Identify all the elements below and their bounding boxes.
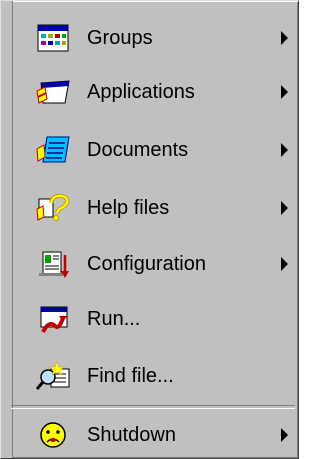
menu-item-help-files[interactable]: Help files bbox=[15, 188, 294, 228]
submenu-arrow-icon bbox=[281, 201, 288, 215]
menu-item-label: Help files bbox=[87, 196, 170, 219]
run-icon bbox=[33, 302, 73, 336]
menu-item-label: Groups bbox=[87, 26, 153, 49]
menu-item-label: Configuration bbox=[87, 252, 206, 275]
menu-item-run[interactable]: Run... bbox=[15, 299, 294, 339]
menu-item-label: Shutdown bbox=[87, 423, 176, 446]
menu-item-label: Find file... bbox=[87, 364, 174, 387]
applications-icon bbox=[33, 75, 73, 109]
submenu-arrow-icon bbox=[281, 257, 288, 271]
menu-item-configuration[interactable]: Configuration bbox=[15, 244, 294, 284]
menu-item-find-file[interactable]: Find file... bbox=[15, 356, 294, 396]
submenu-arrow-icon bbox=[281, 31, 288, 45]
menu-separator bbox=[11, 405, 295, 409]
groups-icon bbox=[33, 21, 73, 55]
help-files-icon bbox=[33, 191, 73, 225]
menu-item-label: Documents bbox=[87, 138, 189, 161]
start-menu: Groups Applications Documents Help files… bbox=[0, 0, 299, 459]
configuration-icon bbox=[33, 247, 73, 281]
menu-item-groups[interactable]: Groups bbox=[15, 18, 294, 58]
menu-item-label: Applications bbox=[87, 80, 195, 103]
submenu-arrow-icon bbox=[281, 428, 288, 442]
documents-icon bbox=[33, 133, 73, 167]
menu-item-shutdown[interactable]: Shutdown bbox=[15, 415, 294, 455]
menu-item-applications[interactable]: Applications bbox=[15, 72, 294, 112]
shutdown-icon bbox=[33, 418, 73, 452]
menu-item-label: Run... bbox=[87, 307, 141, 330]
menu-item-documents[interactable]: Documents bbox=[15, 130, 294, 170]
submenu-arrow-icon bbox=[281, 143, 288, 157]
find-file-icon bbox=[33, 359, 73, 393]
menu-side-strip bbox=[1, 1, 13, 458]
submenu-arrow-icon bbox=[281, 85, 288, 99]
